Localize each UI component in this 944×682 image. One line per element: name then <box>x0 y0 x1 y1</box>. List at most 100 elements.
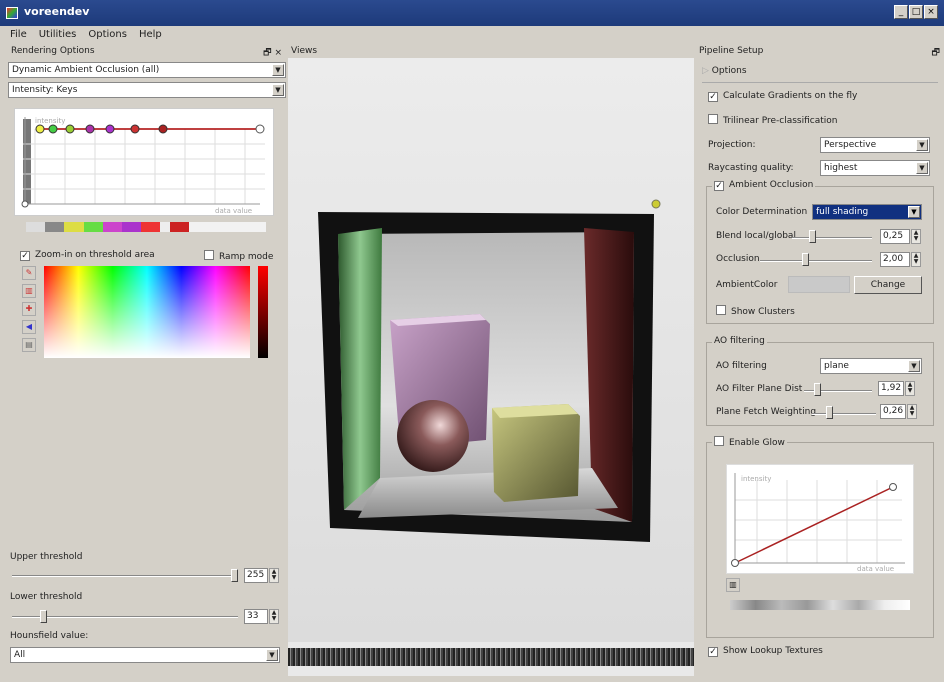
render-viewport[interactable] <box>288 58 694 642</box>
spin-arrows-icon[interactable]: ▲ ▼ <box>269 568 279 583</box>
glow-tf-key[interactable] <box>889 483 897 491</box>
quality-combo-value: highest <box>824 163 858 173</box>
render-canvas[interactable] <box>288 58 694 642</box>
glow-tf-key[interactable] <box>731 559 739 567</box>
occlusion-track[interactable] <box>760 260 872 262</box>
options-tab-label: Options <box>711 66 747 76</box>
spin-arrows-icon[interactable]: ▲ ▼ <box>911 252 921 267</box>
glow-tf-editor[interactable]: intensity data value <box>726 464 914 574</box>
hounsfield-combo-value: All <box>14 650 26 660</box>
tf-key[interactable] <box>48 124 58 134</box>
show-lookup-checkbox[interactable]: ✓ Show Lookup Textures <box>708 646 823 657</box>
plane-fetch-spin[interactable]: 0,26 <box>880 404 906 419</box>
calc-gradients-checkbox[interactable]: ✓ Calculate Gradients on the fly <box>708 91 857 102</box>
plane-dist-thumb[interactable] <box>814 383 821 396</box>
app-icon <box>6 7 18 19</box>
tf-key[interactable] <box>255 124 265 134</box>
close-button[interactable]: × <box>924 5 938 19</box>
views-panel: Views <box>288 44 694 676</box>
histogram-icon[interactable]: ▥ <box>22 284 36 298</box>
chevron-down-icon: ▼ <box>908 206 920 218</box>
tf-key[interactable] <box>35 124 45 134</box>
plane-fetch-track[interactable] <box>812 413 876 415</box>
maximize-button[interactable]: □ <box>909 5 923 19</box>
plane-dist-spin[interactable]: 1,92 <box>878 381 904 396</box>
menu-file[interactable]: File <box>10 29 27 44</box>
tf-key[interactable] <box>65 124 75 134</box>
save-icon[interactable]: ▤ <box>22 338 36 352</box>
spin-arrows-icon[interactable]: ▲ ▼ <box>911 229 921 244</box>
zoom-checkbox[interactable]: ✓ Zoom-in on threshold area <box>20 250 155 261</box>
color-det-combo[interactable]: full shading ▼ <box>812 204 922 220</box>
ao-filtering-group-title: AO filtering <box>712 336 767 346</box>
zoom-label: Zoom-in on threshold area <box>35 250 155 260</box>
aof-combo[interactable]: plane ▼ <box>820 358 922 374</box>
checkbox-icon <box>708 114 718 124</box>
occlusion-thumb[interactable] <box>802 253 809 266</box>
arrow-icon[interactable]: ◀ <box>22 320 36 334</box>
window-controls: _ □ × <box>894 5 938 19</box>
menu-utilities[interactable]: Utilities <box>39 29 77 44</box>
mode-combo-value: Dynamic Ambient Occlusion (all) <box>12 65 160 75</box>
blend-track[interactable] <box>792 237 872 239</box>
hounsfield-combo[interactable]: All ▼ <box>10 647 280 663</box>
color-det-combo-value: full shading <box>816 207 869 217</box>
tf-key[interactable] <box>158 124 168 134</box>
upper-threshold-thumb[interactable] <box>231 569 238 582</box>
tf-key[interactable] <box>130 124 140 134</box>
eyedropper-icon[interactable]: ✚ <box>22 302 36 316</box>
spin-arrows-icon[interactable]: ▲ ▼ <box>905 381 915 396</box>
menu-help[interactable]: Help <box>139 29 162 44</box>
spin-arrows-icon[interactable]: ▲ ▼ <box>907 404 917 419</box>
tf-key[interactable] <box>85 124 95 134</box>
color-picker[interactable] <box>44 266 250 358</box>
plane-dist-label: AO Filter Plane Dist <box>716 384 803 394</box>
trilinear-checkbox[interactable]: Trilinear Pre-classification <box>708 114 837 126</box>
occlusion-spin[interactable]: 2,00 <box>880 252 910 267</box>
lower-threshold-thumb[interactable] <box>40 610 48 623</box>
tf-key[interactable] <box>21 200 29 208</box>
glow-tf-canvas[interactable]: intensity data value <box>727 465 913 573</box>
ramp-checkbox[interactable]: Ramp mode <box>204 250 273 262</box>
dock-close-icon[interactable]: 🗗 × <box>263 45 282 61</box>
show-clusters-checkbox[interactable]: Show Clusters <box>716 305 795 317</box>
light-marker-icon[interactable] <box>651 199 661 209</box>
aof-combo-value: plane <box>824 361 849 371</box>
quality-combo[interactable]: highest ▼ <box>820 160 930 176</box>
glow-checkbox[interactable]: Enable Glow <box>712 436 787 448</box>
projection-combo-value: Perspective <box>824 140 877 150</box>
blend-thumb[interactable] <box>809 230 816 243</box>
mode-combo[interactable]: Dynamic Ambient Occlusion (all) ▼ <box>8 62 286 78</box>
yellow-box <box>492 404 580 502</box>
transfer-function-editor[interactable]: intensity data value <box>14 108 274 216</box>
spin-arrows-icon[interactable]: ▲ ▼ <box>269 609 279 624</box>
ao-checkbox[interactable]: ✓ Ambient Occlusion <box>712 180 816 191</box>
tf-histogram-bar <box>23 119 31 204</box>
window-title: voreendev <box>24 5 90 18</box>
tf-key[interactable] <box>105 124 115 134</box>
blend-spin[interactable]: 0,25 <box>880 229 910 244</box>
upper-threshold-track[interactable] <box>12 575 238 577</box>
occlusion-label: Occlusion <box>716 254 760 264</box>
menu-options[interactable]: Options <box>88 29 127 44</box>
plane-fetch-thumb[interactable] <box>826 406 833 419</box>
minimize-button[interactable]: _ <box>894 5 908 19</box>
options-tab[interactable]: ▷ Options <box>702 66 747 76</box>
trilinear-label: Trilinear Pre-classification <box>723 116 838 126</box>
histogram-icon[interactable]: ▥ <box>726 578 740 592</box>
timeline-strip[interactable] <box>288 648 694 666</box>
projection-combo[interactable]: Perspective ▼ <box>820 137 930 153</box>
color-tool-column: ✎ ▥ ✚ ◀ ▤ <box>22 266 36 352</box>
channel-combo[interactable]: Intensity: Keys ▼ <box>8 82 286 98</box>
upper-threshold-spin[interactable]: 255 <box>244 568 268 583</box>
ambient-color-swatch <box>788 276 850 293</box>
dock-icon[interactable]: 🗗 <box>932 45 940 61</box>
upper-threshold-label: Upper threshold <box>10 552 83 562</box>
brightness-bar[interactable] <box>258 266 268 358</box>
show-lookup-label: Show Lookup Textures <box>723 646 823 656</box>
picker-icon[interactable]: ✎ <box>22 266 36 280</box>
change-button[interactable]: Change <box>854 276 922 294</box>
lower-threshold-spin[interactable]: 33 <box>244 609 268 624</box>
tf-canvas[interactable]: intensity data value <box>15 109 273 215</box>
glow-label: Enable Glow <box>729 438 785 448</box>
